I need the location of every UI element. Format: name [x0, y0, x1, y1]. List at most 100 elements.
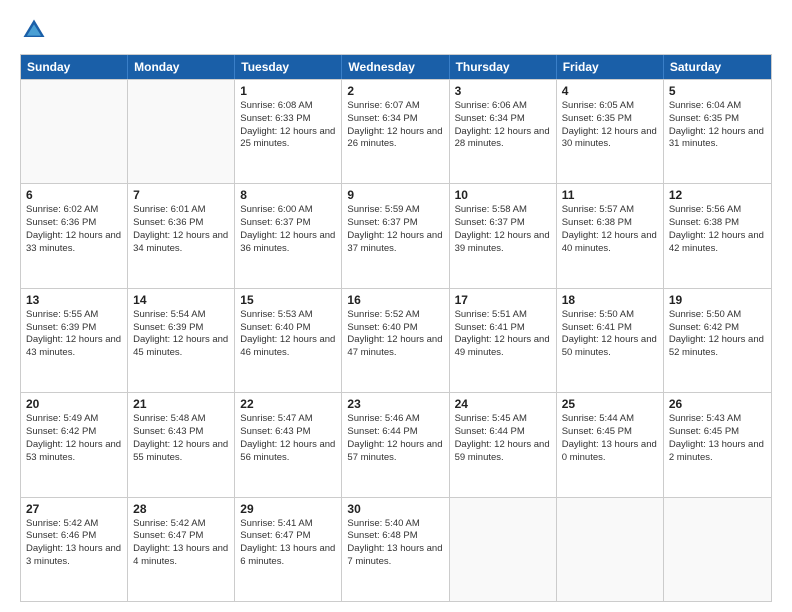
day-number: 16: [347, 293, 443, 307]
day-cell-12: 12 Sunrise: 5:56 AM Sunset: 6:38 PM Dayli…: [664, 184, 771, 287]
day-info: Sunrise: 5:50 AM Sunset: 6:41 PM Dayligh…: [562, 309, 658, 360]
day-cell-11: 11 Sunrise: 5:57 AM Sunset: 6:38 PM Dayli…: [557, 184, 664, 287]
day-number: 18: [562, 293, 658, 307]
day-number: 8: [240, 188, 336, 202]
day-number: 5: [669, 84, 766, 98]
header-day-tuesday: Tuesday: [235, 55, 342, 79]
day-info: Sunrise: 5:50 AM Sunset: 6:42 PM Dayligh…: [669, 309, 766, 360]
day-cell-3: 3 Sunrise: 6:06 AM Sunset: 6:34 PM Daylig…: [450, 80, 557, 183]
day-info: Sunrise: 5:48 AM Sunset: 6:43 PM Dayligh…: [133, 413, 229, 464]
day-info: Sunrise: 5:42 AM Sunset: 6:47 PM Dayligh…: [133, 518, 229, 569]
calendar: SundayMondayTuesdayWednesdayThursdayFrid…: [20, 54, 772, 602]
day-number: 25: [562, 397, 658, 411]
day-number: 7: [133, 188, 229, 202]
day-cell-30: 30Sunrise: 5:40 AM Sunset: 6:48 PM Dayli…: [342, 498, 449, 601]
day-number: 6: [26, 188, 122, 202]
day-number: 27: [26, 502, 122, 516]
day-number: 23: [347, 397, 443, 411]
calendar-body: 1Sunrise: 6:08 AM Sunset: 6:33 PM Daylig…: [21, 79, 771, 601]
day-cell-29: 29Sunrise: 5:41 AM Sunset: 6:47 PM Dayli…: [235, 498, 342, 601]
day-cell-8: 8 Sunrise: 6:00 AM Sunset: 6:37 PM Daylig…: [235, 184, 342, 287]
day-cell-6: 6Sunrise: 6:02 AM Sunset: 6:36 PM Daylig…: [21, 184, 128, 287]
day-info: Sunrise: 6:00 AM Sunset: 6:37 PM Dayligh…: [240, 204, 336, 255]
day-number: 26: [669, 397, 766, 411]
day-info: Sunrise: 5:46 AM Sunset: 6:44 PM Dayligh…: [347, 413, 443, 464]
day-number: 2: [347, 84, 443, 98]
day-cell-25: 25 Sunrise: 5:44 AM Sunset: 6:45 PM Dayli…: [557, 393, 664, 496]
day-number: 28: [133, 502, 229, 516]
day-cell-2: 2 Sunrise: 6:07 AM Sunset: 6:34 PM Daylig…: [342, 80, 449, 183]
week-row-5: 27 Sunrise: 5:42 AM Sunset: 6:46 PM Dayli…: [21, 497, 771, 601]
day-info: Sunrise: 5:47 AM Sunset: 6:43 PM Dayligh…: [240, 413, 336, 464]
day-cell-28: 28 Sunrise: 5:42 AM Sunset: 6:47 PM Dayli…: [128, 498, 235, 601]
day-cell-16: 16 Sunrise: 5:52 AM Sunset: 6:40 PM Dayli…: [342, 289, 449, 392]
header-day-wednesday: Wednesday: [342, 55, 449, 79]
week-row-4: 20Sunrise: 5:49 AM Sunset: 6:42 PM Dayli…: [21, 392, 771, 496]
day-info: Sunrise: 5:57 AM Sunset: 6:38 PM Dayligh…: [562, 204, 658, 255]
day-cell-7: 7 Sunrise: 6:01 AM Sunset: 6:36 PM Daylig…: [128, 184, 235, 287]
header-day-monday: Monday: [128, 55, 235, 79]
day-number: 30: [347, 502, 443, 516]
day-info: Sunrise: 5:53 AM Sunset: 6:40 PM Dayligh…: [240, 309, 336, 360]
day-cell-13: 13 Sunrise: 5:55 AM Sunset: 6:39 PM Dayli…: [21, 289, 128, 392]
day-info: Sunrise: 5:56 AM Sunset: 6:38 PM Dayligh…: [669, 204, 766, 255]
day-info: Sunrise: 5:42 AM Sunset: 6:46 PM Dayligh…: [26, 518, 122, 569]
day-number: 12: [669, 188, 766, 202]
day-info: Sunrise: 6:08 AM Sunset: 6:33 PM Dayligh…: [240, 100, 336, 151]
day-cell-22: 22 Sunrise: 5:47 AM Sunset: 6:43 PM Dayli…: [235, 393, 342, 496]
day-info: Sunrise: 5:45 AM Sunset: 6:44 PM Dayligh…: [455, 413, 551, 464]
day-info: Sunrise: 6:06 AM Sunset: 6:34 PM Dayligh…: [455, 100, 551, 151]
week-row-3: 13 Sunrise: 5:55 AM Sunset: 6:39 PM Dayli…: [21, 288, 771, 392]
header: [20, 16, 772, 44]
page: SundayMondayTuesdayWednesdayThursdayFrid…: [0, 0, 792, 612]
header-day-sunday: Sunday: [21, 55, 128, 79]
day-info: Sunrise: 5:58 AM Sunset: 6:37 PM Dayligh…: [455, 204, 551, 255]
day-info: Sunrise: 6:07 AM Sunset: 6:34 PM Dayligh…: [347, 100, 443, 151]
day-info: Sunrise: 6:05 AM Sunset: 6:35 PM Dayligh…: [562, 100, 658, 151]
day-info: Sunrise: 5:44 AM Sunset: 6:45 PM Dayligh…: [562, 413, 658, 464]
day-info: Sunrise: 6:04 AM Sunset: 6:35 PM Dayligh…: [669, 100, 766, 151]
logo: [20, 16, 52, 44]
empty-cell: [21, 80, 128, 183]
week-row-2: 6Sunrise: 6:02 AM Sunset: 6:36 PM Daylig…: [21, 183, 771, 287]
day-cell-1: 1Sunrise: 6:08 AM Sunset: 6:33 PM Daylig…: [235, 80, 342, 183]
day-cell-9: 9 Sunrise: 5:59 AM Sunset: 6:37 PM Daylig…: [342, 184, 449, 287]
day-number: 13: [26, 293, 122, 307]
header-day-saturday: Saturday: [664, 55, 771, 79]
day-cell-17: 17Sunrise: 5:51 AM Sunset: 6:41 PM Dayli…: [450, 289, 557, 392]
day-info: Sunrise: 5:54 AM Sunset: 6:39 PM Dayligh…: [133, 309, 229, 360]
day-info: Sunrise: 5:49 AM Sunset: 6:42 PM Dayligh…: [26, 413, 122, 464]
day-info: Sunrise: 5:59 AM Sunset: 6:37 PM Dayligh…: [347, 204, 443, 255]
day-number: 9: [347, 188, 443, 202]
day-number: 10: [455, 188, 551, 202]
day-cell-10: 10 Sunrise: 5:58 AM Sunset: 6:37 PM Dayli…: [450, 184, 557, 287]
day-number: 24: [455, 397, 551, 411]
day-info: Sunrise: 6:01 AM Sunset: 6:36 PM Dayligh…: [133, 204, 229, 255]
day-info: Sunrise: 5:55 AM Sunset: 6:39 PM Dayligh…: [26, 309, 122, 360]
week-row-1: 1Sunrise: 6:08 AM Sunset: 6:33 PM Daylig…: [21, 79, 771, 183]
day-cell-20: 20Sunrise: 5:49 AM Sunset: 6:42 PM Dayli…: [21, 393, 128, 496]
day-cell-15: 15 Sunrise: 5:53 AM Sunset: 6:40 PM Dayli…: [235, 289, 342, 392]
day-number: 11: [562, 188, 658, 202]
empty-cell: [450, 498, 557, 601]
day-cell-18: 18 Sunrise: 5:50 AM Sunset: 6:41 PM Dayli…: [557, 289, 664, 392]
day-cell-14: 14 Sunrise: 5:54 AM Sunset: 6:39 PM Dayli…: [128, 289, 235, 392]
empty-cell: [664, 498, 771, 601]
day-number: 15: [240, 293, 336, 307]
day-cell-5: 5 Sunrise: 6:04 AM Sunset: 6:35 PM Daylig…: [664, 80, 771, 183]
day-cell-24: 24 Sunrise: 5:45 AM Sunset: 6:44 PM Dayli…: [450, 393, 557, 496]
day-number: 4: [562, 84, 658, 98]
day-cell-27: 27 Sunrise: 5:42 AM Sunset: 6:46 PM Dayli…: [21, 498, 128, 601]
day-number: 3: [455, 84, 551, 98]
day-cell-4: 4 Sunrise: 6:05 AM Sunset: 6:35 PM Daylig…: [557, 80, 664, 183]
day-number: 14: [133, 293, 229, 307]
logo-icon: [20, 16, 48, 44]
day-cell-19: 19 Sunrise: 5:50 AM Sunset: 6:42 PM Dayli…: [664, 289, 771, 392]
day-number: 19: [669, 293, 766, 307]
day-number: 22: [240, 397, 336, 411]
header-day-friday: Friday: [557, 55, 664, 79]
day-info: Sunrise: 5:41 AM Sunset: 6:47 PM Dayligh…: [240, 518, 336, 569]
day-cell-23: 23 Sunrise: 5:46 AM Sunset: 6:44 PM Dayli…: [342, 393, 449, 496]
day-info: Sunrise: 5:52 AM Sunset: 6:40 PM Dayligh…: [347, 309, 443, 360]
day-info: Sunrise: 5:43 AM Sunset: 6:45 PM Dayligh…: [669, 413, 766, 464]
